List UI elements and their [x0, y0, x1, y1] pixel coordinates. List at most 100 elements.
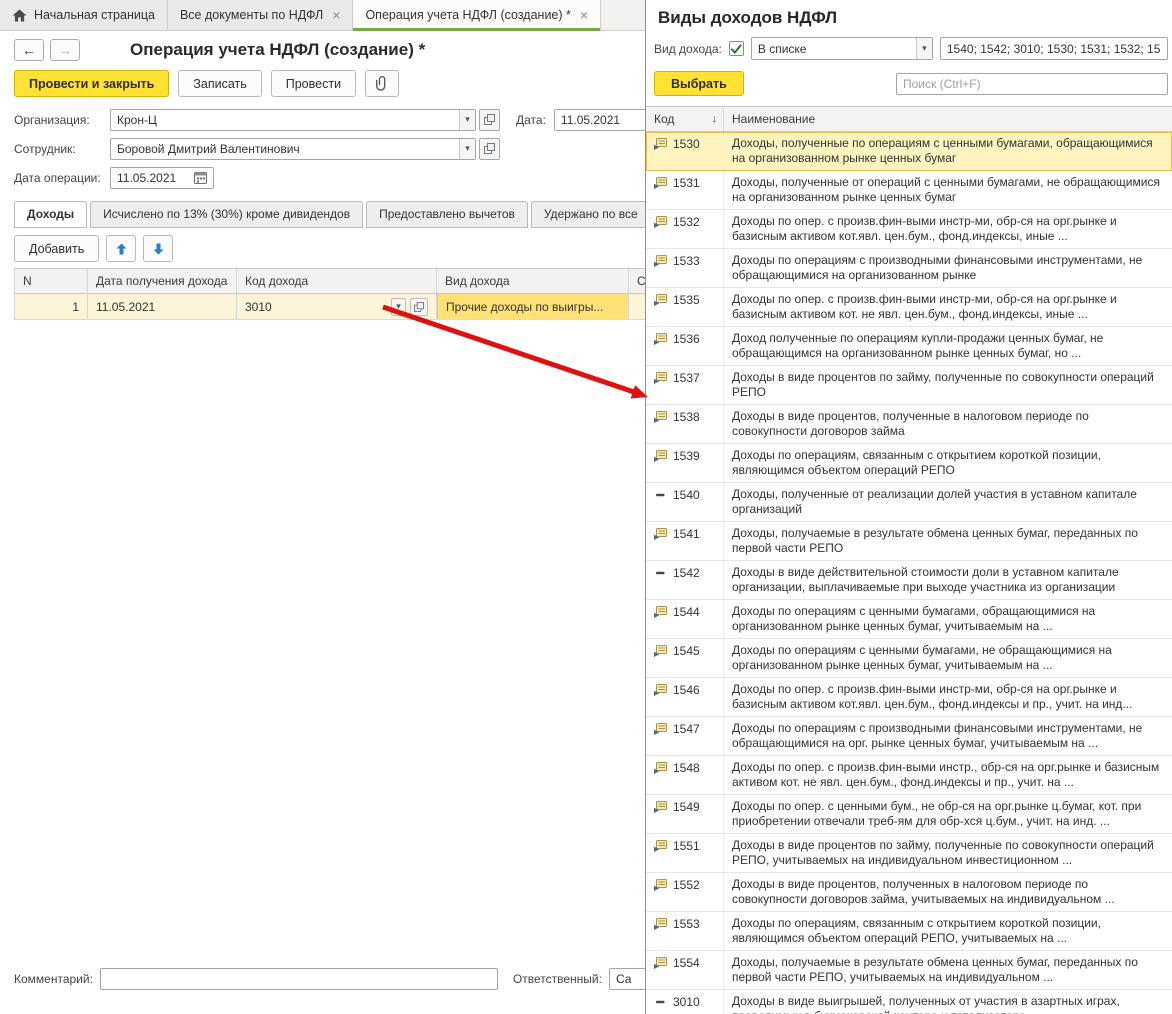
- income-kind-row[interactable]: 1531 Доходы, полученные от операций с це…: [646, 171, 1172, 210]
- income-kind-row[interactable]: 1549 Доходы по опер. с ценными бум., не …: [646, 795, 1172, 834]
- close-icon[interactable]: ×: [332, 8, 340, 22]
- dropdown-icon[interactable]: ▾: [391, 297, 406, 316]
- employee-field[interactable]: Боровой Дмитрий Валентинович ▾: [110, 137, 476, 160]
- tab-incomes[interactable]: Доходы: [14, 201, 88, 228]
- income-kind-row[interactable]: 3010 Доходы в виде выигрышей, полученных…: [646, 990, 1172, 1014]
- column-header-name[interactable]: Наименование: [724, 112, 823, 126]
- filter-label: Вид дохода:: [654, 41, 722, 56]
- income-kind-name: Доходы по операциям, связанным с открыти…: [732, 448, 1101, 477]
- tab-all-ndfl-documents[interactable]: Все документы по НДФЛ ×: [167, 0, 354, 30]
- column-header-code[interactable]: Код ↓: [646, 107, 724, 131]
- list-item-icon: [654, 957, 667, 972]
- income-kind-code: 1549: [673, 800, 700, 814]
- income-kind-row[interactable]: 1548 Доходы по опер. с произв.фин-выми и…: [646, 756, 1172, 795]
- post-button[interactable]: Провести: [270, 70, 357, 97]
- move-down-button[interactable]: [143, 235, 174, 262]
- select-button[interactable]: Выбрать: [654, 71, 744, 96]
- income-kind-row[interactable]: 1535 Доходы по опер. с произв.фин-выми и…: [646, 288, 1172, 327]
- list-item-icon: [654, 216, 667, 231]
- tab-withheld[interactable]: Удержано по все: [530, 201, 651, 228]
- sort-desc-icon[interactable]: ↓: [712, 113, 718, 125]
- table-row[interactable]: 1 11.05.2021 3010 ▾ Прочие доходы по выи…: [14, 294, 714, 320]
- income-kind-row[interactable]: 1542 Доходы в виде действительной стоимо…: [646, 561, 1172, 600]
- list-item-icon: [654, 684, 667, 699]
- income-kind-name: Доходы в виде процентов, полученных в на…: [732, 877, 1115, 906]
- column-header-income-kind[interactable]: Вид дохода: [437, 269, 629, 293]
- open-icon[interactable]: [479, 137, 500, 160]
- dropdown-icon[interactable]: ▾: [915, 38, 932, 59]
- income-kind-row[interactable]: 1540 Доходы, полученные от реализации до…: [646, 483, 1172, 522]
- income-kind-code: 1546: [673, 683, 700, 697]
- income-kind-code: 1539: [673, 449, 700, 463]
- column-header-income-date[interactable]: Дата получения дохода: [88, 269, 237, 293]
- forward-button[interactable]: →: [50, 39, 80, 61]
- operation-date-field[interactable]: 11.05.2021: [110, 166, 214, 189]
- income-kind-row[interactable]: 1545 Доходы по операциям с ценными бумаг…: [646, 639, 1172, 678]
- add-row-button[interactable]: Добавить: [14, 235, 100, 262]
- column-header-n[interactable]: N: [15, 269, 88, 293]
- list-item-icon: [654, 528, 667, 543]
- income-kind-row[interactable]: 1530 Доходы, полученные по операциям с ц…: [646, 132, 1172, 171]
- filter-mode-select[interactable]: В списке ▾: [750, 37, 933, 60]
- list-item-icon: [654, 450, 667, 465]
- tab-deductions-provided[interactable]: Предоставлено вычетов: [366, 201, 528, 228]
- date-value: 11.05.2021: [560, 112, 621, 127]
- open-icon[interactable]: [410, 297, 428, 316]
- post-and-close-button[interactable]: Провести и закрыть: [14, 70, 170, 97]
- picker-toolbar: Выбрать: [646, 63, 1172, 103]
- income-kind-cell[interactable]: Прочие доходы по выигры...: [437, 294, 629, 319]
- filter-codes-field[interactable]: [939, 37, 1168, 60]
- income-kind-row[interactable]: 1537 Доходы в виде процентов по займу, п…: [646, 366, 1172, 405]
- income-kind-row[interactable]: 1538 Доходы в виде процентов, полученные…: [646, 405, 1172, 444]
- income-date-cell[interactable]: 11.05.2021: [88, 294, 237, 319]
- income-kind-code-cell: 1544: [646, 600, 724, 638]
- income-kind-code: 1540: [673, 488, 700, 502]
- income-kind-name: Доходы по опер. с ценными бум., не обр-с…: [732, 799, 1142, 828]
- income-kind-row[interactable]: 1539 Доходы по операциям, связанным с от…: [646, 444, 1172, 483]
- comment-field[interactable]: [99, 968, 498, 990]
- write-button[interactable]: Записать: [178, 70, 262, 97]
- income-kind-code-cell: 1533: [646, 249, 724, 287]
- income-kind-code-cell: 1538: [646, 405, 724, 443]
- list-item-icon: [654, 801, 667, 816]
- tab-ndfl-operation[interactable]: Операция учета НДФЛ (создание) * ×: [353, 0, 602, 31]
- income-kind-row[interactable]: 1552 Доходы в виде процентов, полученных…: [646, 873, 1172, 912]
- open-squares-icon: [484, 114, 495, 125]
- income-kind-row[interactable]: 1532 Доходы по опер. с произв.фин-выми и…: [646, 210, 1172, 249]
- dropdown-icon[interactable]: ▾: [459, 138, 475, 159]
- income-kind-row[interactable]: 1544 Доходы по операциям с ценными бумаг…: [646, 600, 1172, 639]
- dropdown-icon[interactable]: ▾: [459, 109, 475, 130]
- income-kind-name: Доходы в виде процентов по займу, получе…: [732, 370, 1154, 399]
- income-kind-code: 1554: [673, 956, 700, 970]
- income-kind-row[interactable]: 1547 Доходы по операциям с производными …: [646, 717, 1172, 756]
- income-kind-name: Доходы по операциям с производными финан…: [732, 721, 1143, 750]
- back-button[interactable]: ←: [14, 39, 44, 61]
- income-kind-row[interactable]: 1541 Доходы, получаемые в результате обм…: [646, 522, 1172, 561]
- tab-home-page[interactable]: Начальная страница: [0, 0, 168, 30]
- income-kind-row[interactable]: 1536 Доход полученные по операциям купли…: [646, 327, 1172, 366]
- dash-icon: [654, 996, 667, 1011]
- calendar-icon[interactable]: [194, 171, 207, 184]
- search-input[interactable]: [896, 72, 1168, 95]
- code-header-label: Код: [654, 112, 675, 126]
- income-kind-row[interactable]: 1554 Доходы, получаемые в результате обм…: [646, 951, 1172, 990]
- panel-title: Виды доходов НДФЛ: [658, 8, 838, 27]
- income-kind-code: 1530: [673, 137, 700, 151]
- income-kind-code: 1553: [673, 917, 700, 931]
- income-code-cell[interactable]: 3010 ▾: [237, 294, 437, 319]
- close-icon[interactable]: ×: [580, 8, 588, 22]
- income-kind-row[interactable]: 1533 Доходы по операциям с производными …: [646, 249, 1172, 288]
- organization-field[interactable]: Крон-Ц ▾: [110, 108, 476, 131]
- income-kind-row[interactable]: 1553 Доходы по операциям, связанным с от…: [646, 912, 1172, 951]
- income-kind-code-cell: 1554: [646, 951, 724, 989]
- income-kind-row[interactable]: 1551 Доходы в виде процентов по займу, п…: [646, 834, 1172, 873]
- column-header-income-code[interactable]: Код дохода: [237, 269, 437, 293]
- open-icon[interactable]: [479, 108, 500, 131]
- income-kind-code: 1552: [673, 878, 700, 892]
- attachments-button[interactable]: [365, 70, 400, 97]
- tab-calculated-13-30[interactable]: Исчислено по 13% (30%) кроме дивидендов: [90, 201, 364, 228]
- move-up-button[interactable]: [106, 235, 137, 262]
- income-kind-row[interactable]: 1546 Доходы по опер. с произв.фин-выми и…: [646, 678, 1172, 717]
- filter-checkbox[interactable]: [728, 41, 744, 56]
- income-kind-code-cell: 1535: [646, 288, 724, 326]
